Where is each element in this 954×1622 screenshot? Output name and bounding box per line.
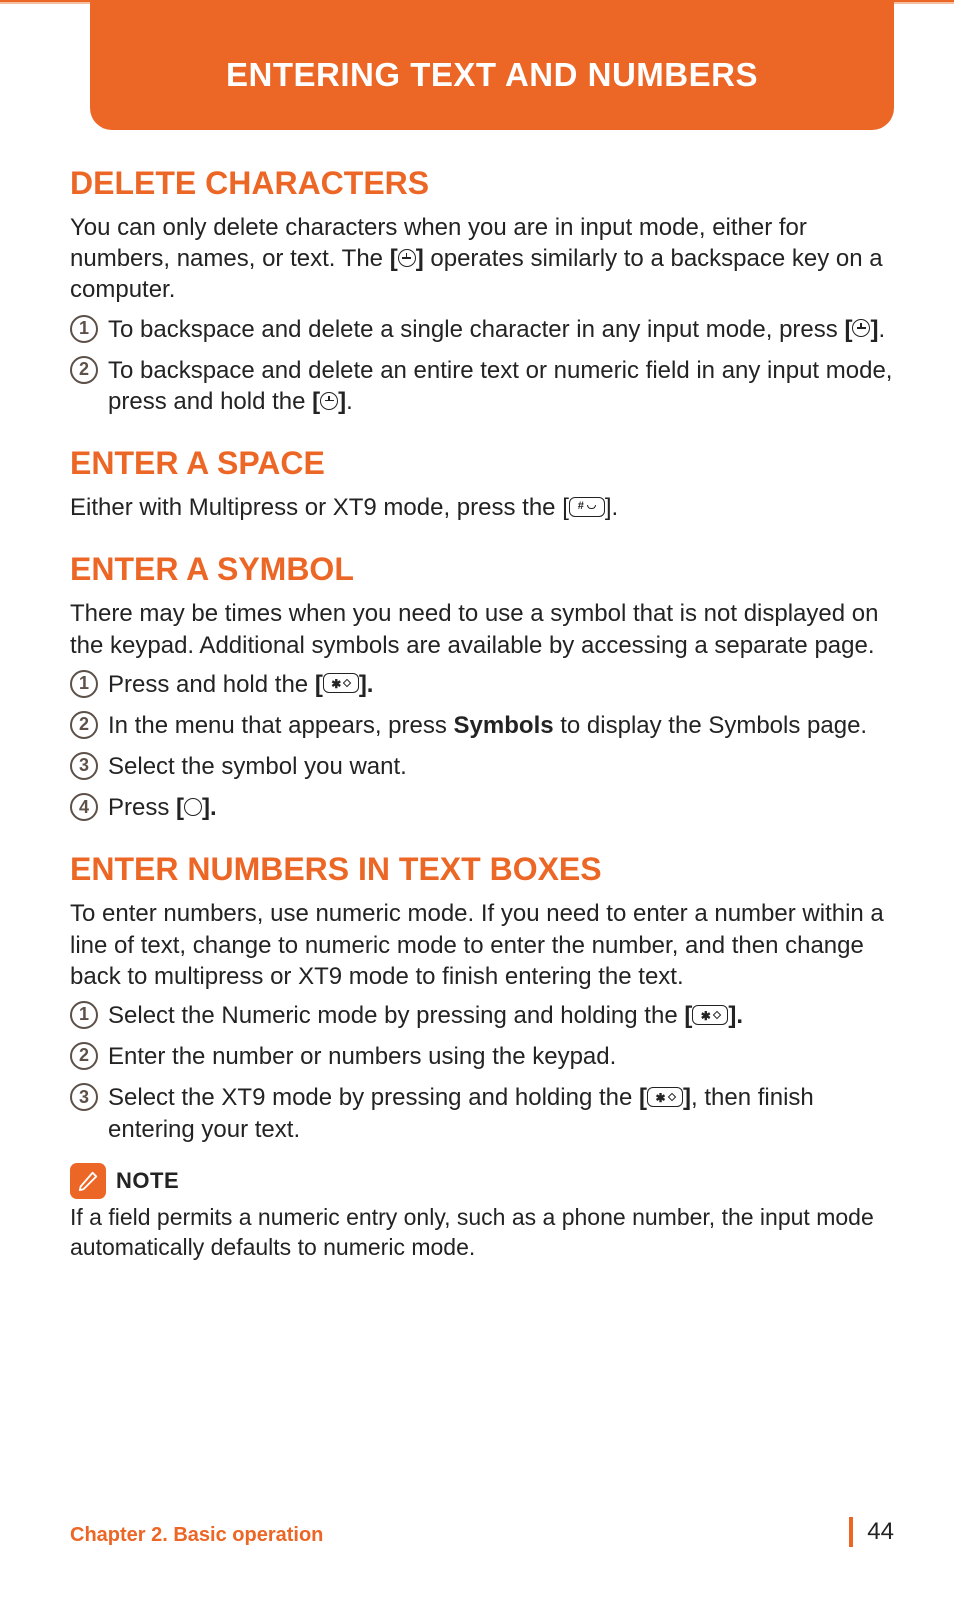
page-number: 44 — [867, 1518, 894, 1546]
symbol-steps: 1 Press and hold the [✱]. 2 In the menu … — [70, 669, 894, 824]
list-item: 2 In the menu that appears, press Symbol… — [70, 710, 894, 741]
list-item: 1 To backspace and delete a single chara… — [70, 314, 894, 345]
star-key-icon: ✱ — [692, 1005, 728, 1025]
chapter-label: Chapter 2. Basic operation — [70, 1524, 323, 1547]
step-number-badge: 1 — [70, 315, 98, 343]
back-key-icon — [320, 392, 338, 410]
list-item: 3 Select the XT9 mode by pressing and ho… — [70, 1082, 894, 1144]
step-number-badge: 2 — [70, 356, 98, 384]
star-key-icon: ✱ — [323, 673, 359, 693]
note-text: If a field permits a numeric entry only,… — [70, 1203, 894, 1263]
step-number-badge: 1 — [70, 670, 98, 698]
delete-intro: You can only delete characters when you … — [70, 212, 894, 306]
ok-key-icon — [184, 798, 202, 816]
symbol-intro: There may be times when you need to use … — [70, 598, 894, 660]
star-key-icon: ✱ — [647, 1087, 683, 1107]
page-divider — [849, 1517, 853, 1547]
list-item: 1 Select the Numeric mode by pressing an… — [70, 1000, 894, 1031]
page-header: ENTERING TEXT AND NUMBERS — [90, 0, 894, 130]
heading-delete-characters: DELETE CHARACTERS — [70, 165, 894, 202]
step-number-badge: 3 — [70, 752, 98, 780]
pound-key-icon: # — [569, 497, 605, 517]
page-footer: Chapter 2. Basic operation 44 — [70, 1517, 894, 1547]
list-item: 2 Enter the number or numbers using the … — [70, 1041, 894, 1072]
numbers-steps: 1 Select the Numeric mode by pressing an… — [70, 1000, 894, 1145]
step-number-badge: 1 — [70, 1001, 98, 1029]
list-item: 3 Select the symbol you want. — [70, 751, 894, 782]
list-item: 2 To backspace and delete an entire text… — [70, 355, 894, 417]
note-label: NOTE — [116, 1168, 179, 1194]
heading-enter-numbers: ENTER NUMBERS IN TEXT BOXES — [70, 851, 894, 888]
list-item: 4 Press []. — [70, 792, 894, 823]
delete-steps: 1 To backspace and delete a single chara… — [70, 314, 894, 418]
back-key-icon — [852, 319, 870, 337]
step-number-badge: 4 — [70, 793, 98, 821]
step-number-badge: 3 — [70, 1083, 98, 1111]
pencil-note-icon — [70, 1163, 106, 1199]
step-number-badge: 2 — [70, 711, 98, 739]
heading-enter-space: ENTER A SPACE — [70, 445, 894, 482]
list-item: 1 Press and hold the [✱]. — [70, 669, 894, 700]
space-text: Either with Multipress or XT9 mode, pres… — [70, 492, 894, 523]
numbers-intro: To enter numbers, use numeric mode. If y… — [70, 898, 894, 992]
back-key-icon — [398, 249, 416, 267]
heading-enter-symbol: ENTER A SYMBOL — [70, 551, 894, 588]
note-callout: NOTE If a field permits a numeric entry … — [70, 1163, 894, 1263]
page-title: ENTERING TEXT AND NUMBERS — [226, 56, 758, 94]
page-content: DELETE CHARACTERS You can only delete ch… — [70, 165, 894, 1263]
step-number-badge: 2 — [70, 1042, 98, 1070]
